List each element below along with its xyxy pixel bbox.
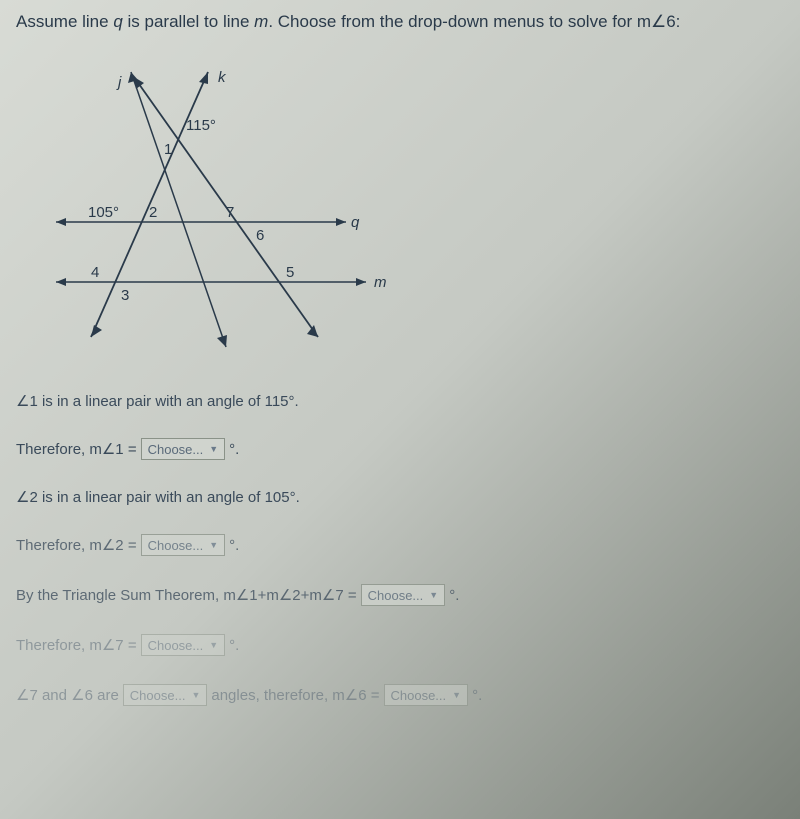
proof-text-4-prefix: Therefore, m∠2 = [16, 536, 137, 554]
proof-line-3: ∠2 is in a linear pair with an angle of … [16, 488, 784, 506]
label-4: 4 [91, 264, 99, 281]
chevron-down-icon: ▼ [191, 690, 200, 700]
label-6: 6 [256, 227, 264, 244]
question-prefix: Assume line [16, 12, 113, 31]
chevron-down-icon: ▼ [209, 640, 218, 650]
chevron-down-icon: ▼ [429, 590, 438, 600]
label-j: j [116, 74, 122, 91]
dropdown-label: Choose... [148, 638, 204, 653]
proof-text-4-suffix: °. [229, 537, 239, 554]
proof-text-6-suffix: °. [229, 637, 239, 654]
proof-text-7-prefix: ∠7 and ∠6 are [16, 686, 119, 704]
label-2b: 2 [149, 204, 157, 221]
proof-line-2: Therefore, m∠1 = Choose... ▼ °. [16, 438, 784, 460]
proof-line-6: Therefore, m∠7 = Choose... ▼ °. [16, 634, 784, 656]
chevron-down-icon: ▼ [209, 444, 218, 454]
label-k: k [218, 69, 227, 86]
proof-text-7-mid: angles, therefore, m∠6 = [211, 686, 379, 704]
proof-text-1: ∠1 is in a linear pair with an angle of … [16, 392, 299, 410]
label-m: m [374, 274, 387, 291]
question-prompt: Assume line q is parallel to line m. Cho… [16, 12, 784, 32]
dropdown-angle6[interactable]: Choose... ▼ [384, 684, 469, 706]
label-3: 3 [121, 287, 129, 304]
dropdown-angle-type[interactable]: Choose... ▼ [123, 684, 208, 706]
proof-text-5-prefix: By the Triangle Sum Theorem, m∠1+m∠2+m∠7… [16, 586, 357, 604]
dropdown-angle1[interactable]: Choose... ▼ [141, 438, 226, 460]
dropdown-label: Choose... [148, 538, 204, 553]
question-mid: is parallel to line [123, 12, 254, 31]
proof-line-1: ∠1 is in a linear pair with an angle of … [16, 392, 784, 410]
proof-line-7: ∠7 and ∠6 are Choose... ▼ angles, theref… [16, 684, 784, 706]
chevron-down-icon: ▼ [452, 690, 461, 700]
label-115: 115° [186, 117, 216, 134]
dropdown-label: Choose... [130, 688, 186, 703]
dropdown-angle2[interactable]: Choose... ▼ [141, 534, 226, 556]
question-suffix: . Choose from the drop-down menus to sol… [268, 12, 680, 31]
dropdown-label: Choose... [391, 688, 447, 703]
label-7: 7 [226, 204, 234, 221]
proof-text-2-suffix: °. [229, 441, 239, 458]
proof-text-3: ∠2 is in a linear pair with an angle of … [16, 488, 300, 506]
dropdown-label: Choose... [148, 442, 204, 457]
label-1: 1 [164, 141, 172, 158]
proof-text-2-prefix: Therefore, m∠1 = [16, 440, 137, 458]
proof-text-5-suffix: °. [449, 587, 459, 604]
proof-text-7-suffix: °. [472, 687, 482, 704]
proof-text-6-prefix: Therefore, m∠7 = [16, 636, 137, 654]
proof-line-5: By the Triangle Sum Theorem, m∠1+m∠2+m∠7… [16, 584, 784, 606]
question-var-m: m [254, 12, 268, 31]
label-105: 105° [88, 204, 119, 221]
geometry-diagram: j k q m 115° 1 105° 2 2 7 6 4 3 5 [36, 52, 396, 362]
proof-line-4: Therefore, m∠2 = Choose... ▼ °. [16, 534, 784, 556]
label-q: q [351, 214, 360, 231]
chevron-down-icon: ▼ [209, 540, 218, 550]
question-var-q: q [113, 12, 122, 31]
dropdown-triangle-sum[interactable]: Choose... ▼ [361, 584, 446, 606]
label-5: 5 [286, 264, 294, 281]
dropdown-label: Choose... [368, 588, 424, 603]
dropdown-angle7[interactable]: Choose... ▼ [141, 634, 226, 656]
